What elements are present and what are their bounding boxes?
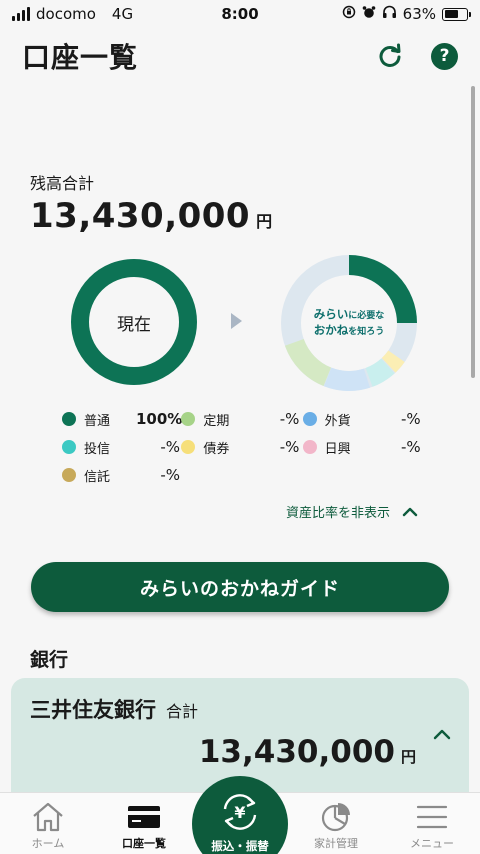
chevron-up-icon (402, 507, 418, 516)
legend-item-toshin: 投信 -% (62, 438, 181, 457)
legend-item-saiken: 債券 -% (181, 438, 302, 457)
legend-dot (302, 412, 317, 426)
help-icon[interactable]: ? (431, 42, 458, 70)
status-left: docomo 4G (12, 5, 133, 23)
yen-transfer-icon: ¥ (223, 794, 257, 830)
legend-pct: -% (279, 438, 300, 456)
legend-row: 信託 -% (62, 461, 422, 489)
legend-name: 普通 (84, 413, 111, 429)
headphones-icon (382, 5, 397, 23)
legend-dot (62, 468, 76, 482)
future-label-line1-small: に必要な (348, 311, 385, 322)
nav-household-label: 家計管理 (314, 837, 358, 850)
nav-home-label: ホーム (31, 837, 65, 850)
hamburger-icon (416, 799, 448, 835)
legend-pct: -% (160, 466, 180, 484)
balance-label: 残高合計 (30, 174, 95, 193)
refresh-icon[interactable] (375, 41, 405, 71)
legend-item-shintaku: 信託 -% (62, 466, 186, 485)
legend-dot (62, 412, 76, 426)
bank-amount: 13,430,000 (198, 734, 395, 770)
bank-total-label: 合計 (166, 702, 199, 721)
legend-item-teiki: 定期 -% (181, 410, 302, 429)
nav-menu[interactable]: メニュー (384, 799, 480, 851)
legend-name: 外貨 (324, 413, 351, 429)
nav-household[interactable]: 家計管理 (288, 799, 384, 851)
nav-accounts-label: 口座一覧 (122, 837, 166, 850)
future-money-guide-button[interactable]: みらいのおかねガイド (31, 562, 449, 612)
hide-ratio-label: 資産比率を非表示 (285, 506, 390, 521)
app-header: 口座一覧 ? (0, 28, 480, 84)
legend-pct: -% (400, 410, 421, 428)
balance-total: 13,430,000 円 (30, 196, 272, 236)
header-actions: ? (375, 41, 458, 71)
status-right: 63% (342, 5, 471, 23)
transfer-button-label: 振込・振替 (211, 839, 269, 853)
legend-item-futsu: 普通 100% (62, 410, 183, 429)
current-donut-label: 現在 (117, 314, 151, 335)
bank-total: 13,430,000 円 (199, 734, 416, 770)
legend-item-nikko: 日興 -% (302, 438, 422, 457)
legend-name: 信託 (84, 469, 111, 485)
legend-pct: 100% (136, 410, 183, 428)
nav-home[interactable]: ホーム (0, 799, 96, 851)
card-icon (127, 799, 161, 835)
legend-dot (181, 412, 196, 426)
arrow-right-icon (231, 313, 242, 329)
legend-dot (181, 440, 196, 454)
legend-pct: -% (160, 438, 180, 456)
bank-unit: 円 (400, 748, 416, 766)
legend-name: 日興 (324, 441, 351, 457)
bank-name: 三井住友銀行 (30, 698, 156, 722)
bank-name-row: 三井住友銀行 合計 (30, 694, 198, 724)
scrollbar[interactable] (471, 86, 475, 378)
network-type: 4G (111, 5, 134, 23)
signal-icon (12, 7, 30, 21)
chevron-up-icon[interactable] (433, 728, 451, 740)
future-label-line2-small: を知ろう (348, 327, 385, 337)
rotation-lock-icon (342, 5, 356, 23)
bank-section-heading: 銀行 (30, 649, 69, 671)
carrier-name: docomo (36, 5, 96, 23)
legend-name: 定期 (203, 413, 230, 429)
legend-name: 投信 (84, 441, 111, 457)
legend-dot (62, 440, 76, 454)
nav-accounts[interactable]: 口座一覧 (96, 799, 192, 851)
balance-amount: 13,430,000 (30, 196, 251, 236)
legend-row: 普通 100% 定期 -% 外貨 -% (62, 405, 422, 433)
home-icon (31, 799, 65, 835)
legend-item-gaika: 外貨 -% (302, 410, 422, 429)
legend-name: 債券 (203, 441, 230, 457)
balance-unit: 円 (256, 212, 273, 231)
page-title: 口座一覧 (22, 41, 139, 74)
future-label-line2: おかね (313, 323, 349, 337)
future-label-line1: みらい (313, 307, 349, 322)
legend-row: 投信 -% 債券 -% 日興 -% (62, 433, 422, 461)
hide-ratio-toggle[interactable]: 資産比率を非表示 (286, 502, 418, 521)
future-guide-label[interactable]: みらいに必要な おかねを知ろう (281, 255, 417, 391)
yen-glyph: ¥ (234, 803, 245, 822)
legend-dot (302, 440, 317, 454)
legend-pct: -% (400, 438, 421, 456)
battery-icon (442, 7, 471, 21)
alarm-icon (362, 5, 376, 23)
asset-legend: 普通 100% 定期 -% 外貨 -% 投信 -% 債券 -% 日興 -% 信託… (62, 405, 422, 489)
battery-percent: 63% (402, 5, 436, 23)
pie-chart-icon (320, 799, 352, 835)
nav-menu-label: メニュー (410, 837, 454, 850)
status-bar: docomo 4G 8:00 63% (0, 0, 480, 28)
legend-pct: -% (279, 410, 300, 428)
